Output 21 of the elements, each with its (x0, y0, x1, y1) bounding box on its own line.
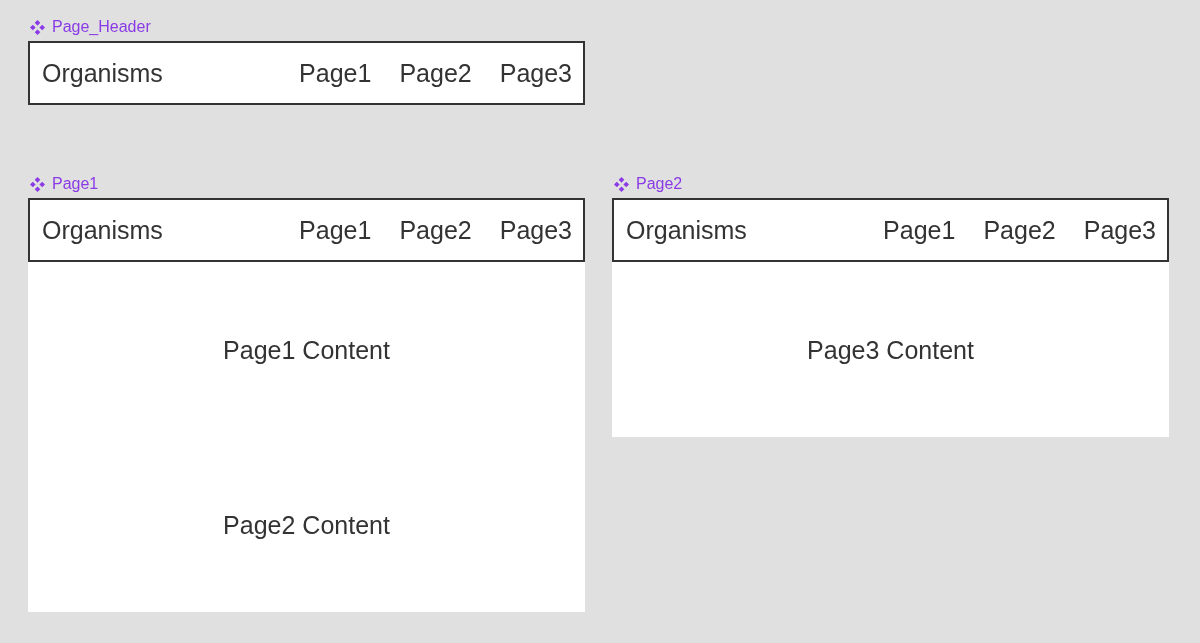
nav-link[interactable]: Page3 (1083, 215, 1156, 245)
nav-link[interactable]: Page1 (299, 58, 372, 88)
nav-link[interactable]: Page1 (883, 215, 956, 245)
nav-link[interactable]: Page3 (499, 215, 572, 245)
nav-link[interactable]: Page2 (399, 215, 472, 245)
content-text: Page1 Content (223, 334, 390, 365)
nav-link[interactable]: Page3 (499, 58, 572, 88)
component-label: Page1 (52, 175, 99, 193)
component-label: Page2 (636, 175, 683, 193)
content-text: Page2 Content (223, 509, 390, 540)
nav-link[interactable]: Page2 (399, 58, 472, 88)
nav-link[interactable]: Page1 (299, 215, 372, 245)
nav-link[interactable]: Page2 (983, 215, 1056, 245)
four-diamond-icon (30, 19, 45, 35)
brand-text: Organisms (42, 215, 163, 245)
component-label: Page_Header (52, 18, 151, 36)
four-diamond-icon (614, 176, 629, 192)
brand-text: Organisms (42, 58, 163, 88)
four-diamond-icon (30, 176, 45, 192)
content-text: Page3 Content (807, 334, 974, 365)
brand-text: Organisms (626, 215, 747, 245)
